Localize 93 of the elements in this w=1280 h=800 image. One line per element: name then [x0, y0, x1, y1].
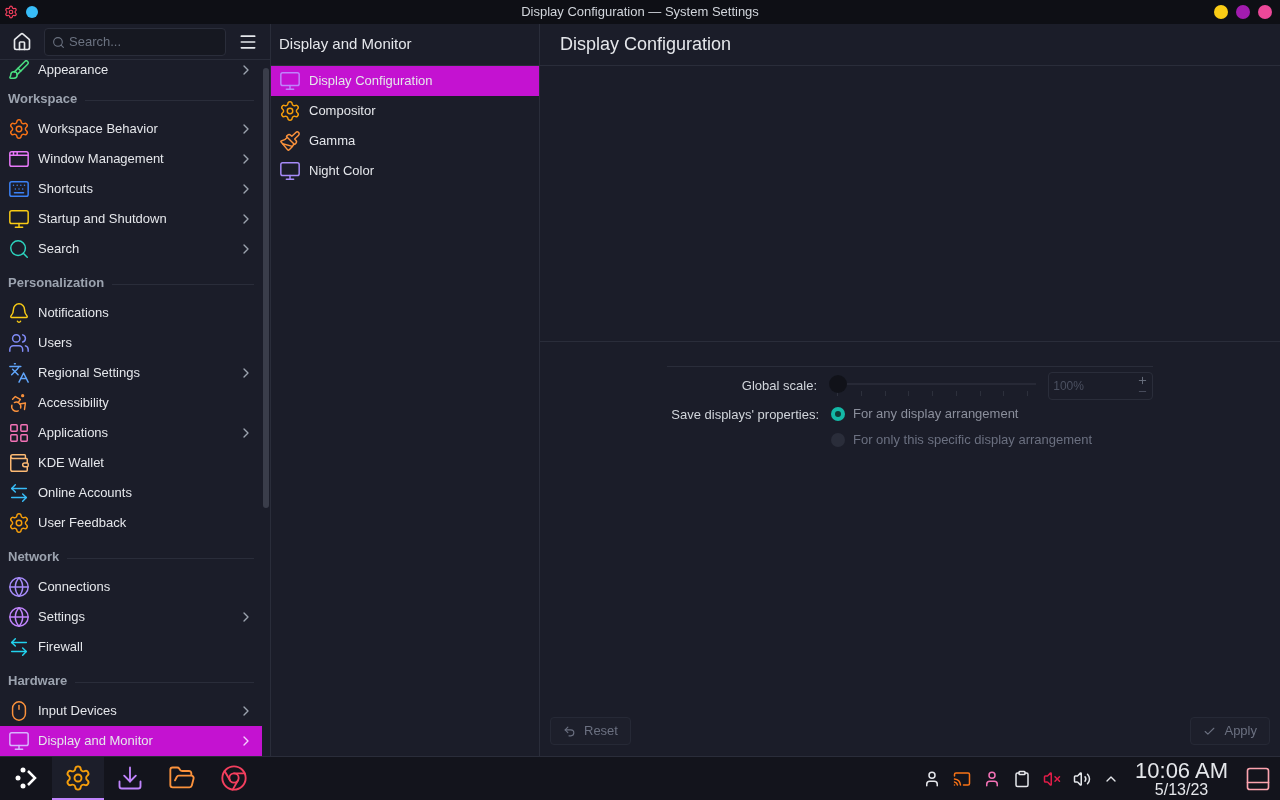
monitor-icon	[8, 730, 30, 752]
grid-icon	[8, 422, 30, 444]
item-label: Workspace Behavior	[38, 121, 159, 137]
maximize-button[interactable]	[1236, 5, 1250, 19]
users-icon	[8, 332, 30, 354]
panel-title: Display and Monitor	[279, 34, 412, 55]
volume-icon[interactable]	[1073, 769, 1092, 788]
item-label: Shortcuts	[38, 181, 94, 197]
monitor-icon	[279, 160, 301, 182]
sidebar-item[interactable]: Notifications	[0, 298, 262, 328]
sidebar-item[interactable]: Window Management	[0, 144, 262, 174]
page-title: Display Configuration	[560, 33, 732, 56]
browser-icon	[220, 763, 248, 792]
item-label: Gamma	[309, 132, 356, 151]
sidebar-item[interactable]: Search	[0, 234, 262, 264]
plus-icon	[1137, 375, 1148, 386]
item-label: Applications	[38, 425, 110, 441]
gear-icon	[8, 118, 30, 140]
speaker-icon[interactable]	[1043, 769, 1062, 788]
brush-icon	[8, 60, 30, 81]
section-header: Personalization	[8, 273, 105, 292]
window-icon	[8, 148, 30, 170]
undo-icon	[563, 724, 576, 738]
item-label: Display Configuration	[309, 72, 433, 91]
app-icon	[4, 5, 18, 19]
keyboard-icon	[8, 178, 30, 200]
sidebar-item[interactable]: Online Accounts	[0, 478, 262, 508]
sidebar-item[interactable]: Accessibility	[0, 388, 262, 418]
item-label: Startup and Shutdown	[38, 211, 168, 227]
sidebar-item[interactable]: Input Devices	[0, 696, 262, 726]
item-label: Accessibility	[38, 395, 110, 411]
sidebar-item[interactable]: Applications	[0, 418, 262, 448]
arrows-icon	[8, 636, 30, 658]
item-label: Regional Settings	[38, 365, 141, 381]
section-header: Network	[8, 547, 60, 566]
sidebar-item[interactable]: Workspace Behavior	[0, 114, 262, 144]
search-icon	[8, 238, 30, 260]
gear-icon	[64, 763, 92, 792]
item-label: Connections	[38, 579, 112, 595]
item-label: Night Color	[309, 162, 375, 181]
item-label: Appearance	[38, 62, 110, 78]
sidebar-item[interactable]: Connections	[0, 572, 262, 602]
sidebar-item[interactable]: Users	[0, 328, 262, 358]
item-label: Search	[38, 241, 81, 257]
sidebar-item[interactable]: Regional Settings	[0, 358, 262, 388]
item-label: Settings	[38, 609, 86, 625]
sidebar-item[interactable]: Firewall	[0, 632, 262, 662]
field-label: Global scale:	[740, 377, 817, 396]
bell-icon	[8, 302, 30, 324]
search-field[interactable]: Search...	[44, 27, 226, 56]
minimize-button[interactable]	[1214, 5, 1228, 19]
section-header: Workspace	[8, 89, 78, 108]
sidebar-item[interactable]: Startup and Shutdown	[0, 204, 262, 234]
clock[interactable]: 10:06 AM 5/13/23	[1131, 759, 1232, 798]
item-label: Compositor	[309, 102, 376, 121]
cast-icon[interactable]	[953, 769, 972, 788]
sidebar-item[interactable]: User Feedback	[0, 508, 262, 538]
subpanel-item[interactable]: Gamma	[271, 126, 539, 156]
item-label: Display and Monitor	[38, 733, 154, 749]
item-label: Input Devices	[38, 703, 118, 719]
subpanel-item[interactable]: Compositor	[271, 96, 539, 126]
item-label: Notifications	[38, 305, 110, 321]
gear-icon	[8, 512, 30, 534]
sidebar-item[interactable]: Appearance	[0, 60, 262, 80]
sidebar-item[interactable]: Display and Monitor	[0, 726, 262, 756]
item-label: Users	[38, 335, 73, 351]
item-label: KDE Wallet	[38, 455, 105, 471]
monitor-icon	[279, 70, 301, 92]
sidebar-item[interactable]: KDE Wallet	[0, 448, 262, 478]
window-title: Display Configuration — System Settings	[521, 3, 759, 22]
home-icon	[12, 31, 32, 52]
translate-icon	[8, 362, 30, 384]
item-label: User Feedback	[38, 515, 128, 531]
clipboard-icon[interactable]	[1013, 769, 1032, 788]
sidebar-item[interactable]: Settings	[0, 602, 262, 632]
globe-icon	[8, 606, 30, 628]
close-button[interactable]	[1258, 5, 1272, 19]
subpanel-item[interactable]: Night Color	[271, 156, 539, 186]
arrows-icon	[8, 482, 30, 504]
taskbar-app[interactable]	[52, 757, 104, 800]
monitor-icon	[8, 208, 30, 230]
subpanel-item[interactable]: Display Configuration	[271, 66, 539, 96]
sidebar-item[interactable]: Shortcuts	[0, 174, 262, 204]
item-label: Online Accounts	[38, 485, 133, 501]
gear-icon	[279, 100, 301, 122]
section-header: Hardware	[8, 671, 68, 690]
item-label: Firewall	[38, 639, 84, 655]
globe-icon	[8, 576, 30, 598]
wallet-icon	[8, 452, 30, 474]
radio-option[interactable]: For any display arrangement	[831, 404, 1019, 424]
field-label: Save displays' properties:	[671, 407, 819, 422]
paintbrush-icon	[279, 130, 301, 152]
item-label: Window Management	[38, 151, 165, 167]
